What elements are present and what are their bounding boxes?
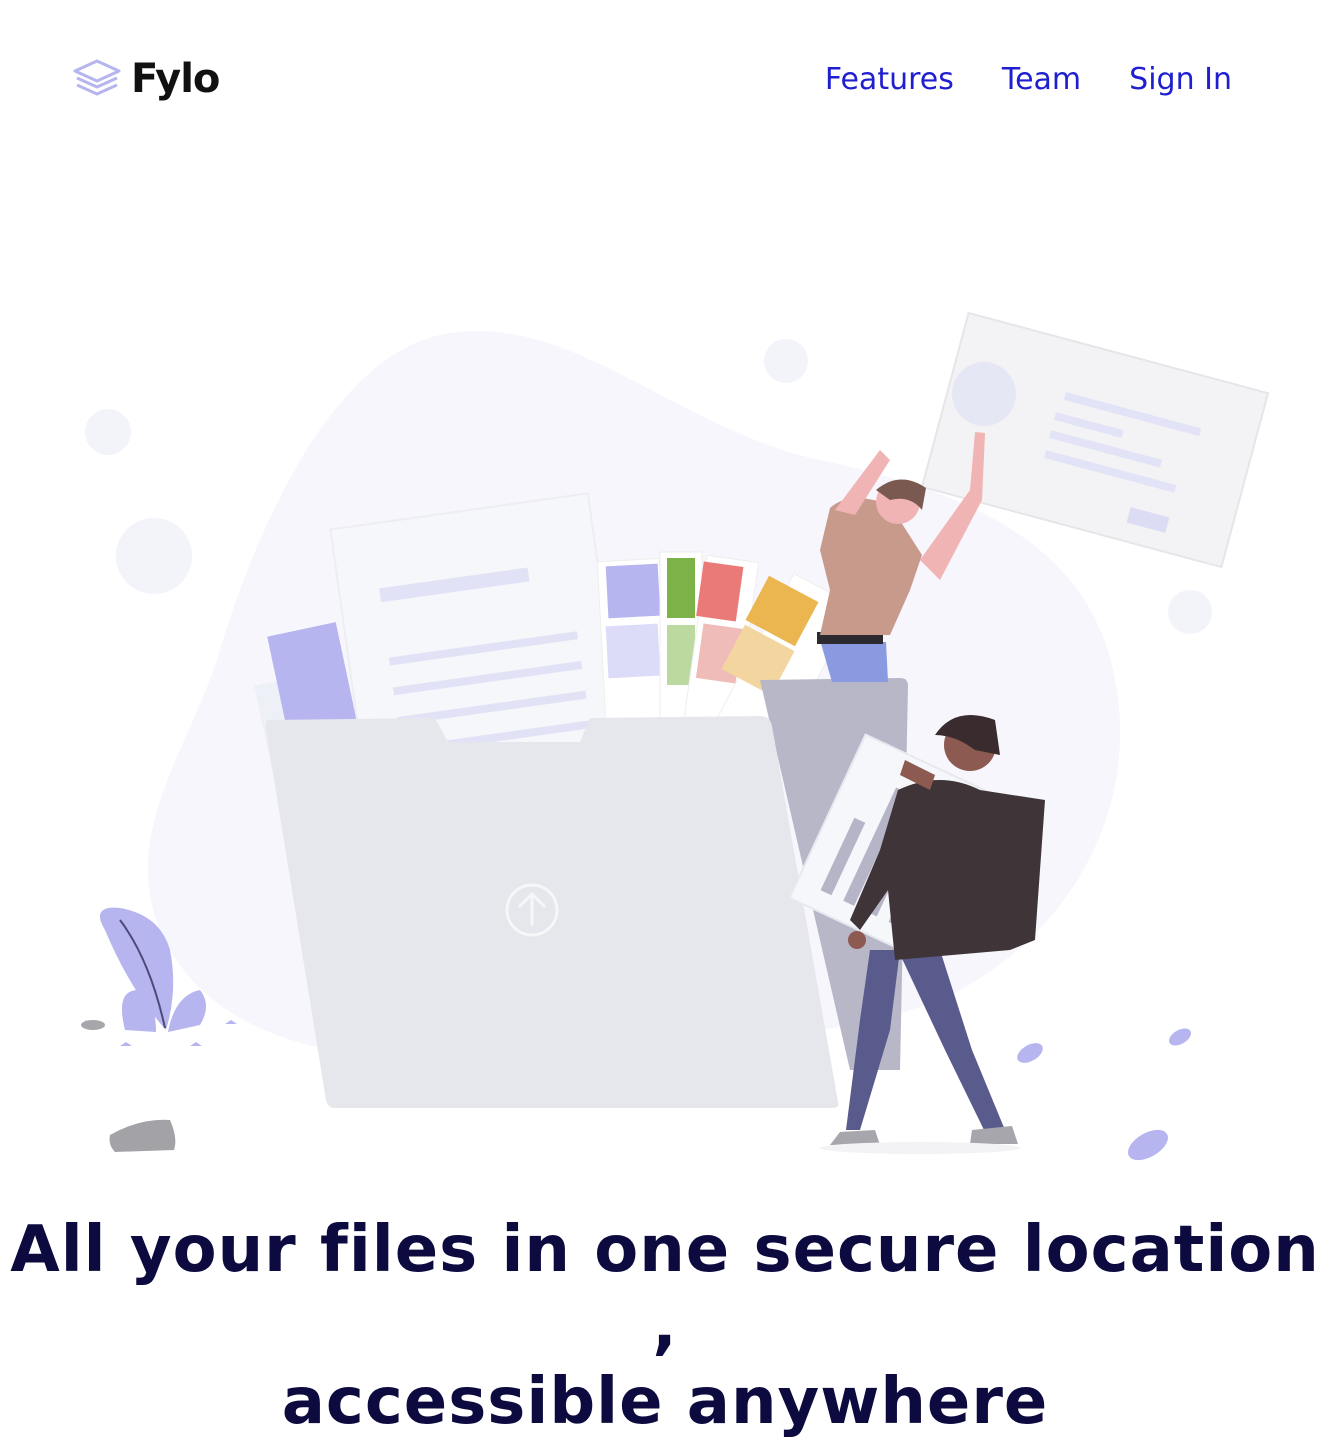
nav-link-sign-in[interactable]: Sign In — [1129, 62, 1232, 97]
leaf-icon — [1017, 1028, 1191, 1161]
brand-name: Fylo — [131, 56, 220, 102]
decor-circle — [116, 518, 192, 594]
layers-icon — [73, 59, 121, 96]
hero-title-line-2: accessible anywhere — [281, 1365, 1049, 1439]
hero-illustration — [81, 311, 1270, 1161]
nav-link-team[interactable]: Team — [1002, 62, 1081, 97]
folder-icon — [265, 716, 839, 1108]
main-nav: Features Team Sign In — [825, 62, 1232, 97]
decor-circle — [764, 339, 808, 383]
nav-link-features[interactable]: Features — [825, 62, 954, 97]
hero-title-line-1: All your files in one secure location , — [10, 1213, 1320, 1363]
rock — [109, 1119, 176, 1152]
decor-circle — [1168, 590, 1212, 634]
brand-logo[interactable]: Fylo — [73, 56, 220, 102]
decor-circle — [85, 409, 131, 455]
hero-title: All your files in one secure location , … — [0, 1212, 1330, 1440]
site-header: Fylo Features Team Sign In — [0, 0, 1330, 160]
ground-shadow — [820, 1142, 1020, 1154]
